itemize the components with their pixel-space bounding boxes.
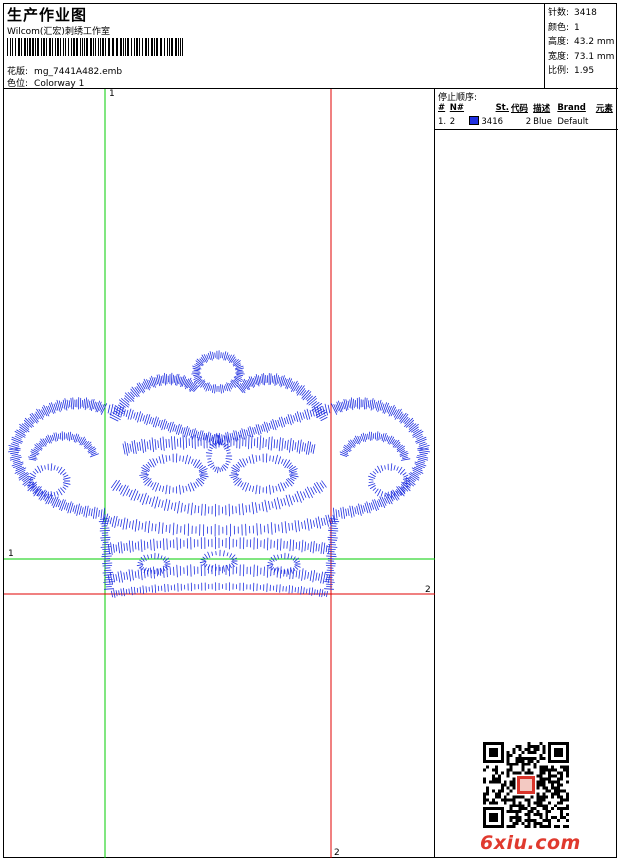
colorway-name: Colorway 1 [34, 79, 85, 89]
header-info: 生产作业图 Wilcom(汇宏)刺绣工作室 花版: mg_7441A482.emb… [4, 4, 545, 89]
row-brand: Default [557, 116, 589, 127]
col-brand: Brand [557, 103, 586, 113]
crown-embroidery [8, 350, 431, 598]
watermark-logo: 6xiu.com [480, 832, 581, 854]
row-code: 2 [525, 116, 532, 127]
colorway-row: 色位: Colorway 1 [7, 76, 84, 89]
table-row: 1. 2 3416 2 Blue Default [437, 114, 617, 127]
stat-height: 高度: 43.2 mm [548, 37, 615, 47]
stop-sequence-table: # N# St. 代码 描述 Brand 元素 1. 2 3416 2 Blue… [437, 102, 617, 127]
production-sheet: 生产作业图 Wilcom(汇宏)刺绣工作室 花版: mg_7441A482.emb… [3, 3, 618, 858]
col-index: # [438, 103, 446, 113]
stat-scale: 比例: 1.95 [548, 66, 595, 76]
col-code: 代码 [510, 104, 528, 114]
row-stitches-cell: 3416 [468, 114, 510, 127]
row-description: Blue [533, 116, 552, 127]
stats-panel: 针数: 3418 颜色: 1 高度: 43.2 mm 宽度: 73.1 mm 比例: 1.… [545, 4, 618, 89]
row-stitches: 3416 [481, 117, 504, 127]
col-description: 描述 [533, 104, 551, 114]
stat-stitches: 针数: 3418 [548, 8, 597, 18]
company-name: Wilcom(汇宏)刺绣工作室 [7, 27, 110, 37]
stat-width: 宽度: 73.1 mm [548, 51, 615, 62]
guide-label-red-right: 2 [425, 585, 431, 595]
col-needle: N# [449, 103, 465, 113]
row-needle: 2 [449, 116, 456, 127]
color-swatch [468, 116, 479, 125]
row-index: 1. [438, 116, 447, 127]
design-preview: 1 1 2 2 [4, 89, 435, 858]
col-element: 元素 [595, 104, 613, 114]
barcode [7, 38, 183, 56]
guide-label-green-left: 1 [8, 549, 14, 559]
col-stitches: St. [495, 103, 509, 113]
guide-label-red-bottom: 2 [334, 848, 340, 858]
table-divider [435, 129, 618, 130]
guide-label-green-top: 1 [109, 89, 115, 99]
row-element [595, 114, 617, 127]
design-canvas [4, 89, 435, 858]
qr-code [483, 742, 569, 828]
colorway-label: 色位: [7, 79, 29, 89]
stats-list: 针数: 3418 颜色: 1 高度: 43.2 mm 宽度: 73.1 mm 比例: 1.… [548, 6, 614, 79]
table-header-row: # N# St. 代码 描述 Brand 元素 [437, 102, 617, 114]
page-title: 生产作业图 [7, 6, 88, 24]
stat-colors: 颜色: 1 [548, 22, 580, 33]
